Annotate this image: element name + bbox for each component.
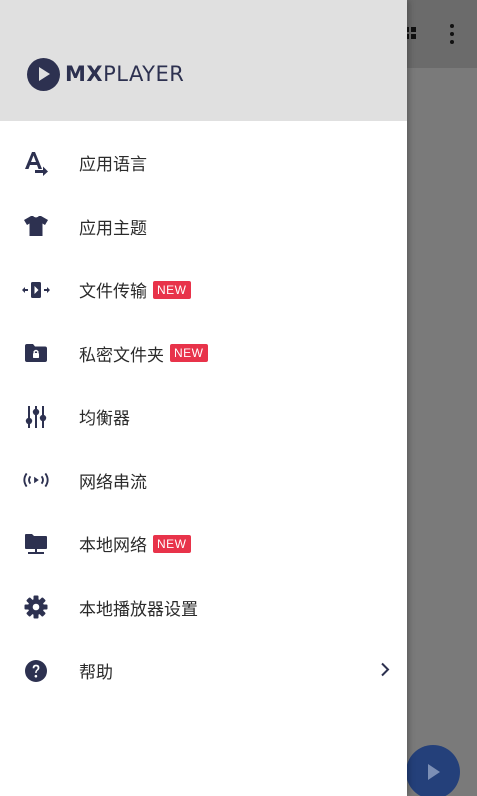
new-badge: NEW: [153, 280, 191, 299]
menu-item-text: 文件传输: [79, 282, 147, 303]
local-network-icon: [22, 530, 50, 558]
menu-item-private-folder[interactable]: 私密文件夹 NEW: [0, 322, 407, 386]
menu-item-local-network[interactable]: 本地网络 NEW: [0, 512, 407, 576]
menu-item-label: 帮助: [79, 658, 113, 683]
help-icon: [22, 657, 50, 685]
drawer-menu: 应用语言 应用主题 文件传输 NEW 私密文件夹 NEW 均衡器 网络串流 本地…: [0, 131, 407, 703]
mx-player-logo-icon: [27, 57, 60, 91]
menu-item-label: 应用语言: [79, 150, 147, 175]
tshirt-icon: [22, 212, 50, 240]
more-options-icon[interactable]: [447, 22, 457, 46]
menu-item-text: 应用语言: [79, 155, 147, 176]
new-badge: NEW: [153, 534, 191, 553]
locked-folder-icon: [22, 339, 50, 367]
menu-item-label: 本地播放器设置: [79, 595, 198, 620]
menu-item-label: 文件传输 NEW: [79, 277, 191, 302]
play-fab-button[interactable]: [406, 745, 460, 796]
equalizer-icon: [22, 403, 50, 431]
menu-item-label: 网络串流: [79, 468, 147, 493]
menu-item-app-theme[interactable]: 应用主题: [0, 195, 407, 259]
drawer-header: MXPLAYER: [0, 0, 407, 121]
menu-item-text: 均衡器: [79, 409, 130, 430]
stream-icon: [22, 466, 50, 494]
menu-item-text: 网络串流: [79, 472, 147, 493]
menu-item-player-settings[interactable]: 本地播放器设置: [0, 576, 407, 640]
brand-name: MXPLAYER: [65, 62, 184, 86]
menu-item-file-transfer[interactable]: 文件传输 NEW: [0, 258, 407, 322]
mx-player-logo: MXPLAYER: [27, 56, 184, 92]
menu-item-equalizer[interactable]: 均衡器: [0, 385, 407, 449]
menu-item-label: 私密文件夹 NEW: [79, 341, 208, 366]
menu-item-label: 应用主题: [79, 214, 147, 239]
menu-item-text: 帮助: [79, 663, 113, 684]
navigation-drawer: MXPLAYER 应用语言 应用主题 文件传输 NEW 私密文件夹 NEW 均衡…: [0, 0, 407, 796]
menu-item-help[interactable]: 帮助: [0, 639, 407, 703]
brand-bold: MX: [65, 62, 104, 86]
gear-icon: [22, 593, 50, 621]
file-transfer-icon: [22, 276, 50, 304]
chevron-right-icon: [380, 661, 390, 680]
menu-item-text: 私密文件夹: [79, 345, 164, 366]
brand-light: PLAYER: [103, 62, 185, 86]
menu-item-label: 本地网络 NEW: [79, 531, 191, 556]
menu-item-text: 本地网络: [79, 536, 147, 557]
menu-item-app-language[interactable]: 应用语言: [0, 131, 407, 195]
language-icon: [22, 149, 50, 177]
play-icon: [428, 764, 440, 780]
menu-item-network-stream[interactable]: 网络串流: [0, 449, 407, 513]
new-badge: NEW: [170, 344, 208, 363]
menu-item-text: 本地播放器设置: [79, 599, 198, 620]
menu-item-text: 应用主题: [79, 218, 147, 239]
menu-item-label: 均衡器: [79, 404, 130, 429]
